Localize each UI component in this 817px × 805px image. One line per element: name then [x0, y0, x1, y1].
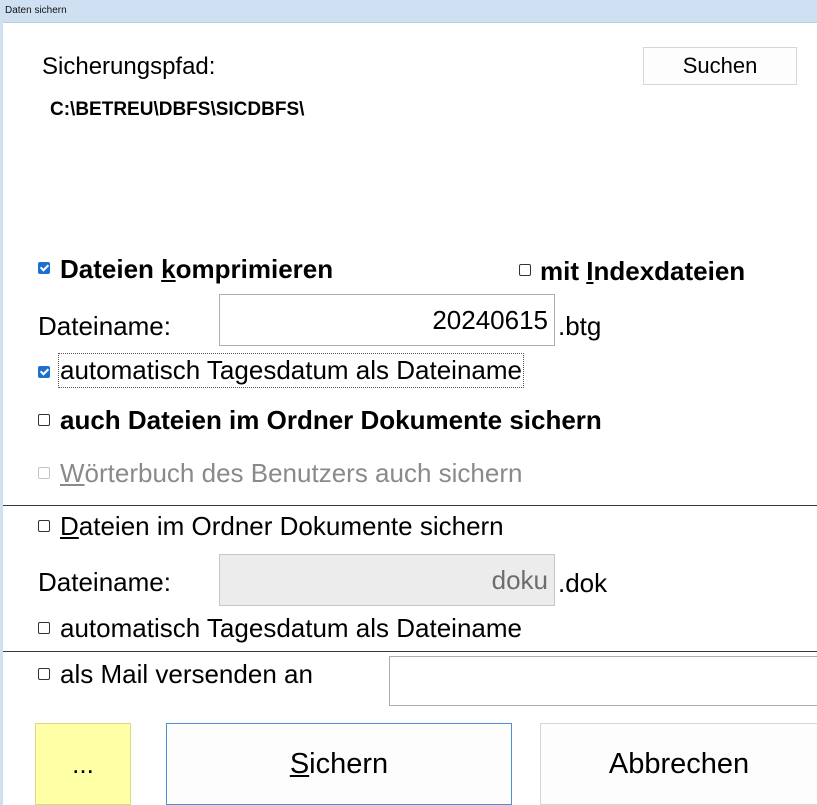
window-left-border: [0, 22, 3, 805]
documents-filename-value: doku: [491, 564, 548, 595]
compress-label: Dateien komprimieren: [60, 254, 334, 284]
documents-label: Dateien im Ordner Dokumente sichern: [60, 511, 504, 541]
include-documents-label: auch Dateien im Ordner Dokumente sichern: [60, 405, 602, 435]
documents-filename-label: Dateiname:: [38, 567, 171, 597]
index-files-checkbox[interactable]: [519, 264, 531, 276]
dictionary-label: Wörterbuch des Benutzers auch sichern: [60, 458, 523, 488]
backup-path-label: Sicherungspfad:: [42, 53, 216, 80]
documents-filename-input[interactable]: doku: [219, 554, 555, 606]
mail-recipient-input[interactable]: [389, 656, 817, 706]
backup-filename-label: Dateiname:: [38, 311, 171, 341]
auto-date-label: automatisch Tagesdatum als Dateiname: [58, 353, 524, 388]
search-button[interactable]: Suchen: [643, 47, 797, 85]
backup-extension: .btg: [558, 311, 602, 341]
documents-checkbox[interactable]: [38, 520, 50, 532]
documents-auto-date-checkbox[interactable]: [38, 622, 50, 634]
backup-filename-input[interactable]: 20240615: [219, 294, 555, 346]
save-button[interactable]: Sichern: [166, 723, 512, 805]
mail-checkbox[interactable]: [38, 668, 50, 680]
backup-filename-value: 20240615: [432, 304, 548, 335]
compress-checkbox[interactable]: [38, 262, 50, 274]
dictionary-checkbox[interactable]: [38, 467, 50, 479]
mail-label: als Mail versenden an: [60, 659, 313, 689]
more-button[interactable]: ...: [35, 723, 131, 805]
index-files-label: mit Indexdateien: [540, 256, 746, 286]
title-bar: Daten sichern: [0, 0, 817, 23]
cancel-button[interactable]: Abbrechen: [540, 723, 817, 805]
include-documents-checkbox[interactable]: [38, 414, 50, 426]
window-title: Daten sichern: [5, 5, 67, 16]
backup-path-value: C:\BETREU\DBFS\SICDBFS\: [50, 99, 305, 120]
documents-extension: .dok: [558, 568, 608, 598]
separator-mail: [3, 651, 817, 652]
documents-auto-date-label: automatisch Tagesdatum als Dateiname: [60, 613, 522, 643]
auto-date-checkbox[interactable]: [38, 366, 50, 378]
separator-documents: [3, 505, 817, 506]
